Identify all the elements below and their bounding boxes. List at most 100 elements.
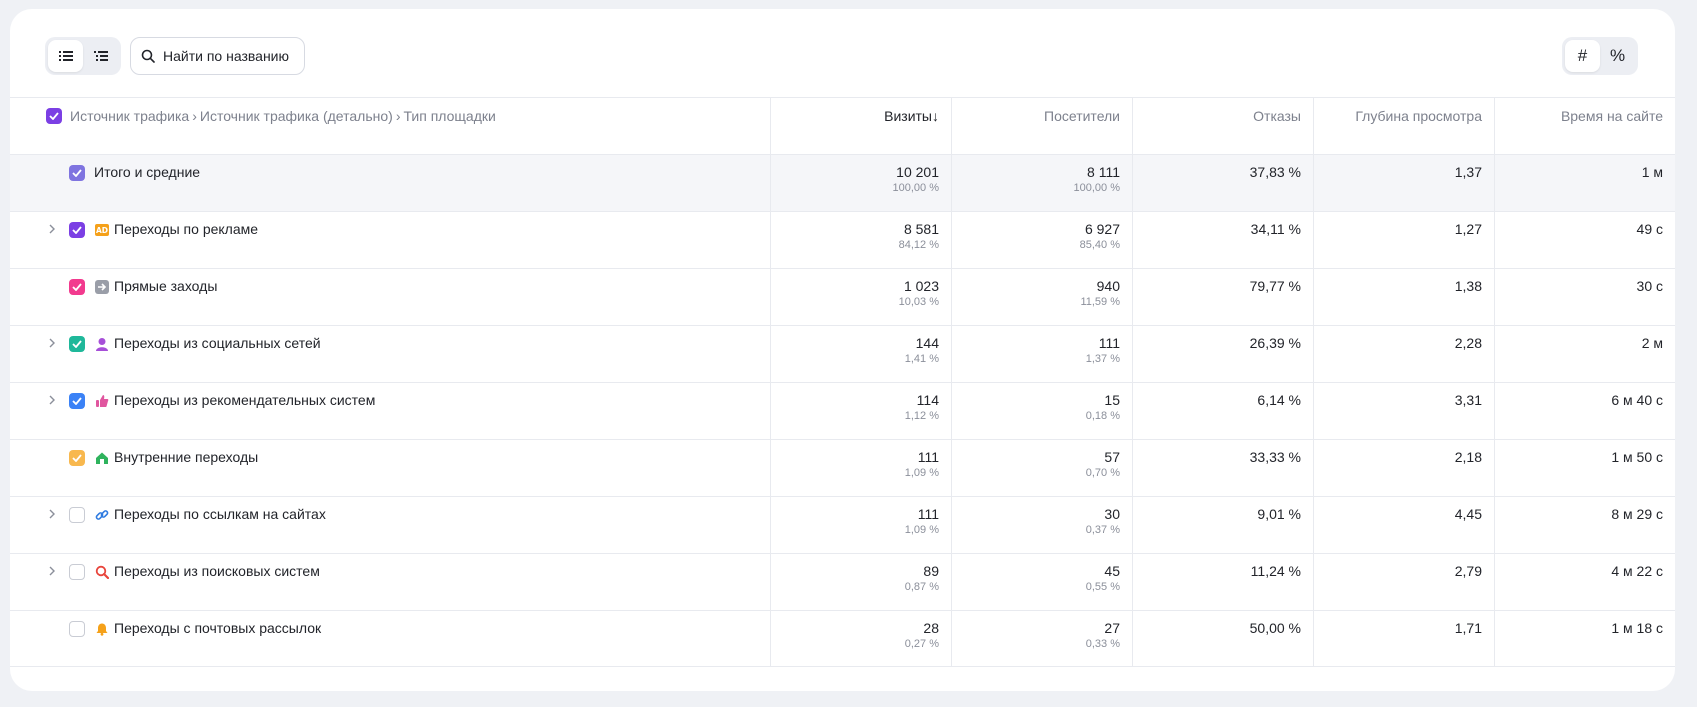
visits-percent: 0,87 % [904,581,939,593]
depth-value: 1,27 [1454,221,1482,237]
visits-value: 8 581 [903,221,939,237]
visits-value: 144 [915,335,939,351]
row-checkbox[interactable] [69,564,85,580]
chevron-right-icon[interactable] [45,336,59,350]
visitors-value: 57 [1104,449,1120,465]
view-toggle [45,37,121,75]
svg-text:AD: AD [96,226,108,235]
visits-percent: 10,03 % [898,296,939,308]
row-checkbox[interactable] [69,336,85,352]
table-row[interactable]: Переходы из рекомендательных систем 114 1… [10,382,1675,439]
bounce-value: 9,01 % [1257,506,1301,522]
table-row[interactable]: Внутренние переходы 111 1,09 % 57 0,70 % 3… [10,439,1675,496]
person-icon [94,336,110,352]
visitors-value: 111 [1098,335,1120,351]
column-header-time[interactable]: Время на сайте [1494,98,1675,154]
table-row[interactable]: Переходы из поисковых систем 89 0,87 % 45… [10,553,1675,610]
absolute-values-button[interactable]: # [1565,40,1600,72]
time-value: 4 м 22 с [1611,563,1663,579]
unit-toggle: # % [1562,37,1638,75]
row-checkbox[interactable] [69,621,85,637]
table-row[interactable]: Переходы из социальных сетей 144 1,41 % 1… [10,325,1675,382]
checkmark-icon [72,226,82,234]
chevron-right-icon[interactable] [45,222,59,236]
tree-list-icon [93,51,108,61]
time-value: 30 с [1636,278,1663,294]
visitors-value: 45 [1104,563,1120,579]
column-header-visits[interactable]: Визиты↓ [770,98,951,154]
visits-value: 1 023 [903,278,939,294]
visits-value: 10 201 [896,164,939,180]
row-checkbox[interactable] [69,393,85,409]
checkmark-icon [72,397,82,405]
visits-value: 89 [923,563,939,579]
row-checkbox[interactable] [69,507,85,523]
table-row-total: Итого и средние 10 201 100,00 % 8 111 100,… [10,154,1675,211]
table-row[interactable]: Прямые заходы 1 023 10,03 % 940 11,59 % 79… [10,268,1675,325]
chevron-right-icon[interactable] [45,507,59,521]
visitors-value: 6 927 [1084,221,1120,237]
visitors-percent: 0,70 % [1085,467,1120,479]
visitors-percent: 11,59 % [1080,296,1120,308]
link-icon [94,507,110,523]
visits-percent: 0,27 % [904,638,939,650]
time-value: 1 м 18 с [1611,620,1663,636]
visits-percent: 1,09 % [904,467,939,479]
row-label: Переходы с почтовых рассылок [114,620,322,636]
column-header-depth[interactable]: Глубина просмотра [1313,98,1494,154]
visits-percent: 1,12 % [904,410,939,422]
house-icon [94,450,110,466]
time-value: 6 м 40 с [1611,392,1663,408]
select-all-checkbox[interactable] [46,108,62,124]
breadcrumb-item[interactable]: Источник трафика (детально) [200,108,393,124]
table-header: Источник трафика › Источник трафика (детал… [10,97,1675,154]
time-value: 8 м 29 с [1611,506,1663,522]
column-header-visitors[interactable]: Посетители [951,98,1132,154]
search-icon [141,49,155,63]
visitors-percent: 0,55 % [1085,581,1120,593]
visits-value: 111 [917,506,939,522]
column-header-bounce[interactable]: Отказы [1132,98,1313,154]
chevron-right-icon[interactable] [45,393,59,407]
search-input[interactable] [163,48,298,64]
sort-arrow-icon: ↓ [932,108,939,124]
time-value: 1 м [1641,164,1663,180]
bounce-value: 33,33 % [1249,449,1301,465]
chevron-right-icon[interactable] [45,564,59,578]
row-label: Переходы по рекламе [114,221,259,237]
row-checkbox[interactable] [69,165,85,181]
depth-value: 1,37 [1454,164,1482,180]
row-checkbox[interactable] [69,279,85,295]
tree-view-button[interactable] [83,40,118,72]
visits-percent: 84,12 % [898,239,939,251]
visits-percent: 1,41 % [904,353,939,365]
data-table: Источник трафика › Источник трафика (детал… [10,97,1675,667]
visits-percent: 1,09 % [904,524,939,536]
row-label: Внутренние переходы [114,449,259,465]
thumbs-up-icon [94,393,110,409]
table-row[interactable]: Переходы по ссылкам на сайтах 111 1,09 % … [10,496,1675,553]
list-icon [58,51,73,61]
depth-value: 1,38 [1454,278,1482,294]
visitors-percent: 85,40 % [1079,239,1120,251]
visitors-value: 8 111 [1087,164,1120,180]
checkmark-icon [72,454,82,462]
bounce-value: 34,11 % [1250,221,1301,237]
list-view-button[interactable] [48,40,83,72]
breadcrumb-item[interactable]: Источник трафика [70,108,189,124]
table-row[interactable]: AD Переходы по рекламе 8 581 84,12 % 6 92… [10,211,1675,268]
depth-value: 2,18 [1454,449,1482,465]
bounce-value: 37,83 % [1249,164,1301,180]
bounce-value: 50,00 % [1249,620,1301,636]
row-checkbox[interactable] [69,450,85,466]
row-checkbox[interactable] [69,222,85,238]
breadcrumb-item[interactable]: Тип площадки [403,108,495,124]
bounce-value: 11,24 % [1250,563,1301,579]
dimension-header: Источник трафика › Источник трафика (детал… [10,98,770,154]
table-row[interactable]: Переходы с почтовых рассылок 28 0,27 % 27… [10,610,1675,667]
row-label: Переходы из социальных сетей [114,335,321,351]
percent-values-button[interactable]: % [1600,40,1635,72]
time-value: 1 м 50 с [1611,449,1663,465]
depth-value: 1,71 [1454,620,1482,636]
checkmark-icon [49,112,59,120]
